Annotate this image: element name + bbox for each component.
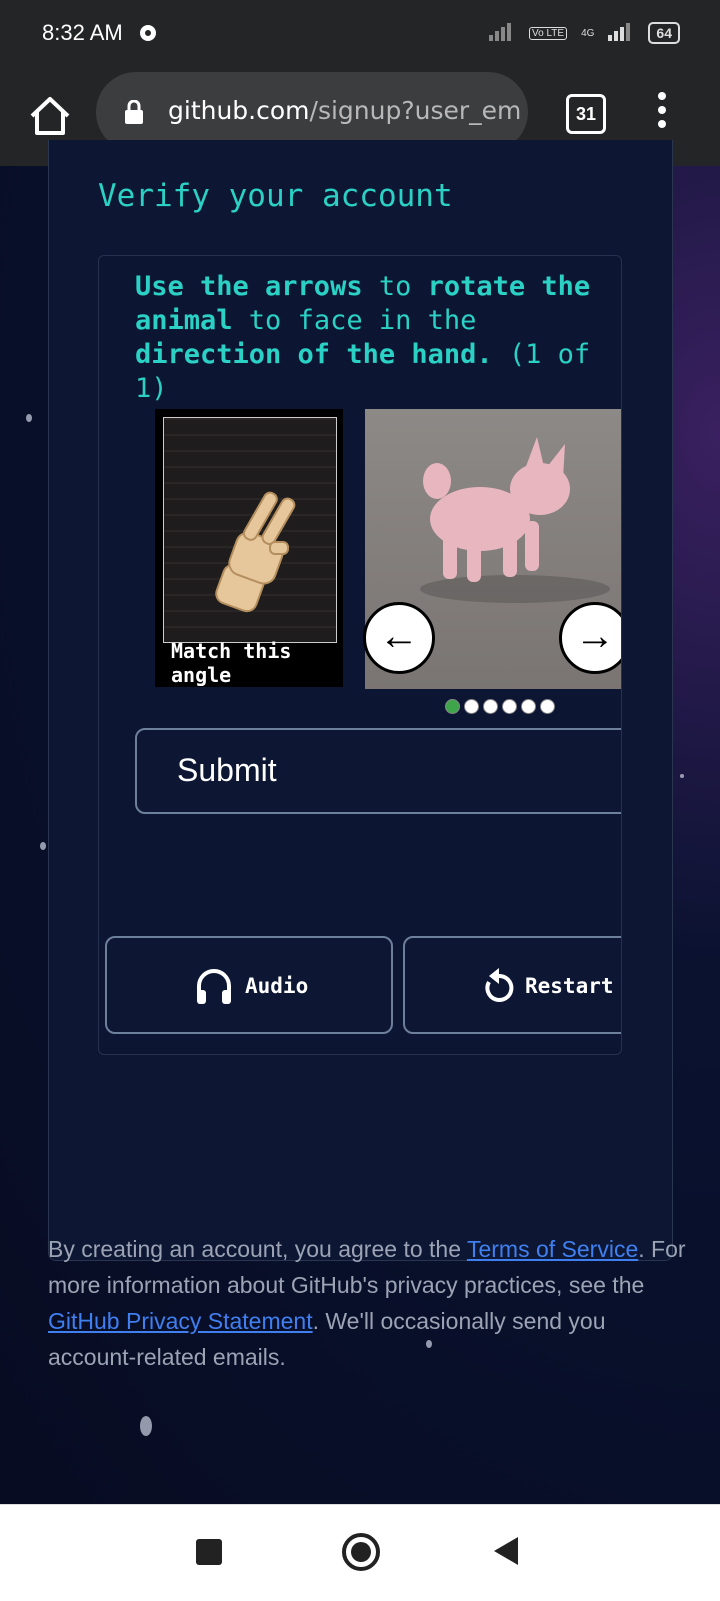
- lock-icon: [124, 99, 144, 131]
- pagination-dots: [445, 699, 555, 714]
- terms-of-service-link[interactable]: Terms of Service: [467, 1236, 638, 1262]
- signal-strength-icon: [608, 22, 634, 44]
- pagination-dot: [540, 699, 555, 714]
- pagination-dot: [502, 699, 517, 714]
- network-type: 4G: [581, 27, 595, 39]
- legal-text: By creating an account, you agree to the…: [48, 1236, 686, 1370]
- home-button[interactable]: [26, 92, 74, 140]
- captcha-instruction: Use the arrows to rotate the animal to f…: [135, 271, 591, 404]
- url-text: github.com/signup?user_em: [168, 96, 520, 125]
- back-button[interactable]: [494, 1537, 518, 1570]
- system-navigation-bar: [0, 1504, 720, 1601]
- status-indicators: Vo LTE 4G 64: [489, 22, 680, 44]
- pagination-dot: [483, 699, 498, 714]
- audio-button[interactable]: Audio: [105, 936, 393, 1034]
- pagination-dot: [521, 699, 536, 714]
- recent-apps-button[interactable]: [196, 1539, 222, 1565]
- home-icon: [30, 97, 70, 135]
- audio-label: Audio: [245, 974, 309, 998]
- battery-icon: 64: [648, 22, 680, 44]
- signal-icon: [489, 22, 515, 44]
- tab-switcher-button[interactable]: 31: [566, 94, 606, 134]
- reference-image-panel: Match this angle: [155, 409, 343, 687]
- restart-label: Restart: [525, 974, 614, 998]
- home-nav-button[interactable]: [342, 1533, 380, 1571]
- reference-caption: Match this angle: [171, 639, 292, 687]
- restart-button[interactable]: Restart: [403, 936, 621, 1034]
- notification-icon: [138, 22, 160, 44]
- privacy-statement-link[interactable]: GitHub Privacy Statement: [48, 1308, 313, 1334]
- captcha-frame: Use the arrows to rotate the animal to f…: [98, 255, 622, 1055]
- page-title: Verify your account: [98, 178, 453, 214]
- rotate-left-button[interactable]: ←: [363, 602, 435, 674]
- more-menu-icon[interactable]: [655, 92, 669, 132]
- hand-reference-image: [163, 417, 337, 643]
- status-time: 8:32 AM: [42, 20, 123, 45]
- submit-label: Submit: [177, 752, 277, 788]
- pagination-dot: [445, 699, 460, 714]
- headphones-icon: [195, 968, 233, 1011]
- volte-icon: Vo LTE: [529, 26, 568, 40]
- pagination-dot: [464, 699, 479, 714]
- rotate-right-button[interactable]: →: [559, 602, 621, 674]
- restart-icon: [481, 968, 517, 1011]
- submit-button[interactable]: Submit: [135, 728, 621, 814]
